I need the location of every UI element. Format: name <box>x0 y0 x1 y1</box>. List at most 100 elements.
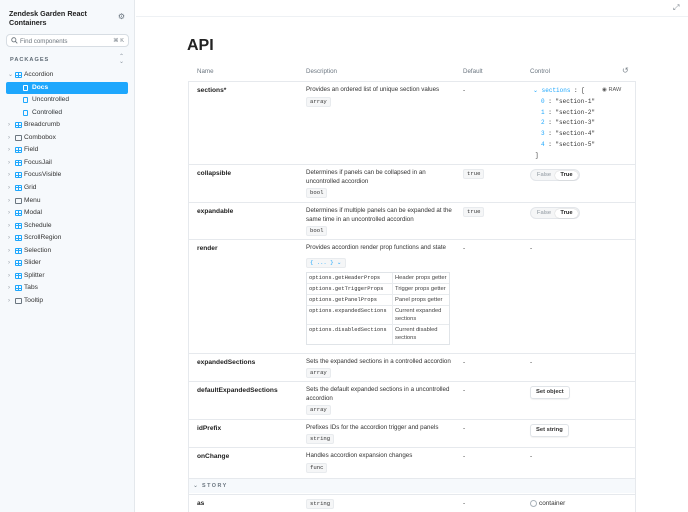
render-prop-value: Trigger props getter <box>395 286 446 292</box>
row-divider <box>188 419 636 420</box>
array-item[interactable]: 3 : "section-4" <box>533 129 595 140</box>
prop-name-defaultExpandedSections: defaultExpandedSections <box>197 387 278 394</box>
sidebar-item-breadcrumb[interactable]: › Breadcrumb <box>0 119 134 131</box>
page-title: API <box>187 37 214 54</box>
array-value: "section-4" <box>555 130 596 138</box>
sidebar-item-modal[interactable]: › Modal <box>0 207 134 219</box>
folder-icon <box>15 297 22 304</box>
toggle-false-option[interactable]: False <box>533 209 555 218</box>
sidebar-item-selection[interactable]: › Selection <box>0 245 134 257</box>
chevron-right-icon: › <box>8 235 10 242</box>
folder-icon <box>15 197 22 204</box>
sidebar-item-focusvisible[interactable]: › FocusVisible <box>0 169 134 181</box>
story-section-header[interactable]: ⌄ STORY <box>189 479 635 493</box>
chevron-right-icon: › <box>8 122 10 129</box>
sidebar-item-focusjail[interactable]: › FocusJail <box>0 157 134 169</box>
row-divider <box>188 239 636 240</box>
collapsible-boolean-toggle[interactable]: False True <box>530 169 580 181</box>
sidebar-item-menu[interactable]: › Menu <box>0 195 134 207</box>
sidebar-item-label: Combobox <box>24 133 56 141</box>
sidebar-item-label: Schedule <box>24 221 52 229</box>
chevron-right-icon: › <box>8 210 10 217</box>
sections-array-control[interactable]: ⌄ sections : [ 0 : "section-1" 1 : "secti… <box>533 86 595 162</box>
sidebar-subitem-controlled[interactable]: Controlled <box>6 107 128 119</box>
sidebar-item-combobox[interactable]: › Combobox <box>0 132 134 144</box>
sidebar-item-schedule[interactable]: › Schedule <box>0 220 134 232</box>
prop-default-render: - <box>463 245 466 252</box>
array-item[interactable]: 0 : "section-1" <box>533 97 595 108</box>
component-icon <box>15 247 22 254</box>
sidebar-item-slider[interactable]: › Slider <box>0 257 134 269</box>
sidebar-item-tabs[interactable]: › Tabs <box>0 282 134 294</box>
array-value: "section-3" <box>555 119 596 127</box>
array-value: "section-5" <box>555 140 596 148</box>
sidebar-item-label: Selection <box>24 246 52 254</box>
sidebar-item-field[interactable]: › Field <box>0 144 134 156</box>
sidebar-subitem-uncontrolled[interactable]: Uncontrolled <box>6 94 128 106</box>
collapse-expand-icon[interactable]: ⌃ ⌄ <box>119 54 124 65</box>
sidebar-item-scrollregion[interactable]: › ScrollRegion <box>0 232 134 244</box>
row-divider <box>188 447 636 448</box>
row-divider <box>188 353 636 354</box>
prop-default-idPrefix: - <box>463 425 466 432</box>
array-open-bracket: [ <box>581 87 585 94</box>
as-option-label: container <box>539 500 566 507</box>
search-placeholder: Find components <box>20 37 68 45</box>
reset-controls-icon[interactable]: ↺ <box>622 66 629 75</box>
prop-default-expandable: true <box>463 207 485 217</box>
chevron-right-icon: › <box>8 197 10 204</box>
fullscreen-icon[interactable]: ⤢ <box>673 4 681 12</box>
prop-desc-idPrefix: Prefixes IDs for the accordion trigger a… <box>306 424 439 431</box>
prop-desc-defaultExpandedSections: Sets the default expanded sections in a … <box>306 386 450 402</box>
component-icon <box>15 184 22 191</box>
render-props-table: options.getHeaderProps Header props gette… <box>306 272 450 345</box>
collapse-chevron-icon[interactable]: ⌄ <box>533 87 542 94</box>
toggle-false-option[interactable]: False <box>533 171 555 180</box>
search-input[interactable]: Find components ⌘ K <box>6 34 129 47</box>
render-summary-toggle[interactable]: { ... } ⌄ <box>306 258 346 268</box>
sidebar-item-grid[interactable]: › Grid <box>0 182 134 194</box>
array-close-bracket: ] <box>535 151 539 159</box>
sidebar-subitem-docs[interactable]: Docs <box>6 81 128 94</box>
sidebar-item-label: Grid <box>24 183 37 191</box>
set-string-button[interactable]: Set string <box>530 424 569 437</box>
array-item[interactable]: 4 : "section-5" <box>533 140 595 151</box>
eye-icon: ◉ <box>602 87 607 93</box>
container-radio[interactable] <box>530 500 537 507</box>
chevron-right-icon: › <box>8 147 10 154</box>
cell-divider <box>392 295 393 305</box>
packages-section-label[interactable]: PACKAGES <box>10 57 49 63</box>
sidebar-item-label: Accordion <box>24 71 54 78</box>
sidebar-item-label: FocusVisible <box>24 171 62 179</box>
sidebar-item-label: Tooltip <box>24 296 44 304</box>
sidebar-item-splitter[interactable]: › Splitter <box>0 270 134 282</box>
sidebar-item-tooltip[interactable]: › Tooltip <box>0 295 134 307</box>
array-item[interactable]: 2 : "section-3" <box>533 118 595 129</box>
column-default-header: Default <box>463 68 483 75</box>
prop-type-idPrefix: string <box>306 434 335 444</box>
brand-title[interactable]: Zendesk Garden React Containers <box>9 9 109 27</box>
toggle-true-option[interactable]: True <box>555 171 578 180</box>
sidebar-item-label: Modal <box>24 209 42 217</box>
prop-name-as: as <box>197 500 205 507</box>
raw-toggle-button[interactable]: ◉ RAW <box>602 87 621 93</box>
expandable-boolean-toggle[interactable]: False True <box>530 207 580 219</box>
settings-gear-icon[interactable]: ⚙ <box>117 12 126 21</box>
set-object-button[interactable]: Set object <box>530 386 570 399</box>
prop-name-idPrefix: idPrefix <box>197 425 222 432</box>
component-icon <box>15 235 22 242</box>
array-item[interactable]: 1 : "section-2" <box>533 108 595 119</box>
array-separator: : <box>544 97 556 105</box>
component-icon <box>15 72 22 78</box>
prop-type-collapsible: bool <box>306 188 328 198</box>
component-icon <box>15 210 22 217</box>
cell-divider <box>392 325 393 344</box>
prop-name-render: render <box>197 245 218 252</box>
render-prop-value: Current disabled sections <box>395 327 438 341</box>
array-separator: : <box>544 108 556 116</box>
chevron-right-icon: › <box>8 222 10 229</box>
column-name-header: Name <box>197 68 214 75</box>
sidebar-item-accordion[interactable]: ⌄ Accordion <box>0 69 134 81</box>
toggle-true-option[interactable]: True <box>555 209 578 218</box>
component-icon <box>15 285 22 292</box>
